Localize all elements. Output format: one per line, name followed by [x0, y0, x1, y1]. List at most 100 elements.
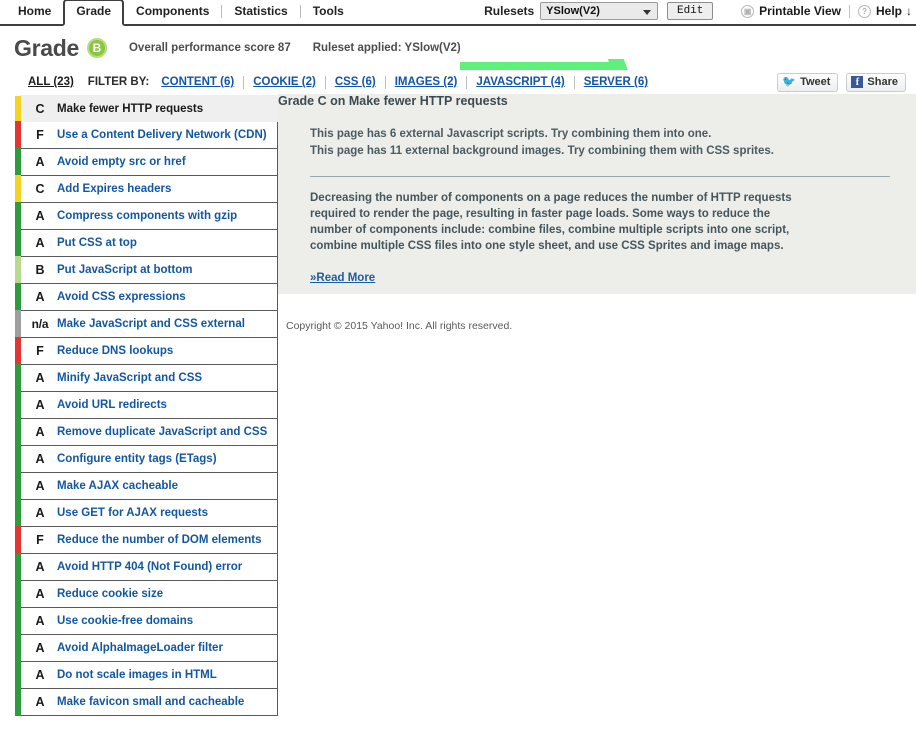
rule-name-link[interactable]: Do not scale images in HTML [57, 669, 217, 681]
rule-grade-letter: A [35, 425, 45, 439]
rule-grade-letter: A [35, 560, 45, 574]
ruleset-select[interactable]: YSlow(V2) [540, 2, 659, 20]
rule-row[interactable]: F Use a Content Delivery Network (CDN) [15, 121, 278, 149]
rule-grade-color-bar [15, 553, 21, 581]
rule-grade-color-bar [15, 418, 21, 446]
detail-findings: This page has 6 external Javascript scri… [310, 126, 916, 160]
rule-name-link[interactable]: Avoid URL redirects [57, 399, 167, 411]
tab-tools-label: Tools [312, 4, 344, 18]
edit-ruleset-button[interactable]: Edit [667, 2, 714, 20]
rule-name-link[interactable]: Reduce cookie size [57, 588, 163, 600]
rule-name-link[interactable]: Make JavaScript and CSS external [57, 318, 245, 330]
tab-statistics[interactable]: Statistics [222, 0, 299, 24]
share-button-label: Share [867, 76, 898, 88]
question-mark-icon: ? [857, 4, 871, 18]
rule-grade-letter: A [35, 209, 45, 223]
filter-cookie-link[interactable]: COOKIE (2) [253, 76, 316, 88]
rule-grade-letter: A [35, 641, 45, 655]
rule-row[interactable]: A Use GET for AJAX requests [15, 499, 278, 527]
rule-grade-color-bar [15, 526, 21, 554]
read-more-link[interactable]: »Read More [310, 272, 375, 284]
rule-row[interactable]: F Reduce the number of DOM elements [15, 526, 278, 554]
rule-grade-color-bar [15, 229, 21, 257]
tab-home[interactable]: Home [6, 0, 63, 24]
rule-name-link[interactable]: Reduce the number of DOM elements [57, 534, 261, 546]
rule-name-link[interactable]: Use GET for AJAX requests [57, 507, 208, 519]
rule-grade-letter: F [36, 128, 44, 142]
help-link[interactable]: Help [876, 4, 902, 18]
chevron-down-icon [643, 10, 652, 15]
rule-name-link[interactable]: Avoid CSS expressions [57, 291, 186, 303]
rule-row[interactable]: A Avoid CSS expressions [15, 283, 278, 311]
topbar-right-controls: Rulesets YSlow(V2) Edit ▣ Printable View… [484, 0, 916, 24]
rule-name-link[interactable]: Make fewer HTTP requests [57, 103, 203, 115]
rule-row[interactable]: F Reduce DNS lookups [15, 337, 278, 365]
rule-grade-letter: C [35, 182, 45, 196]
filter-javascript-link[interactable]: JAVASCRIPT (4) [476, 76, 564, 88]
filter-all-link[interactable]: ALL (23) [28, 76, 74, 88]
tab-components[interactable]: Components [124, 0, 221, 24]
rule-row[interactable]: A Avoid empty src or href [15, 148, 278, 176]
rule-name-link[interactable]: Reduce DNS lookups [57, 345, 173, 357]
filter-images-link[interactable]: IMAGES (2) [395, 76, 458, 88]
filter-divider-1 [243, 75, 245, 89]
rule-row[interactable]: A Make AJAX cacheable [15, 472, 278, 500]
share-button[interactable]: f Share [846, 72, 906, 92]
rule-grade-letter: F [36, 344, 44, 358]
rule-name-link[interactable]: Add Expires headers [57, 183, 171, 195]
rule-name-link[interactable]: Compress components with gzip [57, 210, 237, 222]
rule-name-link[interactable]: Use cookie-free domains [57, 615, 193, 627]
filter-server-link[interactable]: SERVER (6) [584, 76, 648, 88]
rule-grade-letter: A [35, 290, 45, 304]
rule-grade-color-bar [15, 310, 21, 338]
rule-name-link[interactable]: Minify JavaScript and CSS [57, 372, 202, 384]
rule-row[interactable]: A Use cookie-free domains [15, 607, 278, 635]
rule-name-link[interactable]: Avoid AlphaImageLoader filter [57, 642, 223, 654]
rule-name-link[interactable]: Configure entity tags (ETags) [57, 453, 217, 465]
rule-row[interactable]: n/a Make JavaScript and CSS external [15, 310, 278, 338]
printable-view-link[interactable]: Printable View [759, 4, 841, 18]
rule-grade-color-bar [15, 256, 21, 284]
rule-grade-color-bar [15, 634, 21, 662]
rule-row[interactable]: C Make fewer HTTP requests [15, 95, 278, 123]
edit-button-label: Edit [676, 5, 704, 17]
rule-row[interactable]: A Compress components with gzip [15, 202, 278, 230]
rule-name-link[interactable]: Avoid HTTP 404 (Not Found) error [57, 561, 242, 573]
rule-row[interactable]: A Configure entity tags (ETags) [15, 445, 278, 473]
rule-row[interactable]: A Remove duplicate JavaScript and CSS [15, 418, 278, 446]
down-arrow-icon[interactable]: ↓ [906, 4, 912, 18]
rule-name-link[interactable]: Use a Content Delivery Network (CDN) [57, 129, 267, 141]
rule-name-link[interactable]: Make AJAX cacheable [57, 480, 178, 492]
rule-name-link[interactable]: Avoid empty src or href [57, 156, 186, 168]
tab-tools[interactable]: Tools [301, 0, 356, 24]
rule-row[interactable]: A Minify JavaScript and CSS [15, 364, 278, 392]
rule-grade-letter: A [35, 452, 45, 466]
rule-name-link[interactable]: Put JavaScript at bottom [57, 264, 192, 276]
rule-grade-letter: A [35, 695, 45, 709]
rule-name-link[interactable]: Put CSS at top [57, 237, 137, 249]
rule-row[interactable]: A Reduce cookie size [15, 580, 278, 608]
rule-row[interactable]: A Avoid HTTP 404 (Not Found) error [15, 553, 278, 581]
rule-row[interactable]: A Do not scale images in HTML [15, 661, 278, 689]
rule-row[interactable]: A Make favicon small and cacheable [15, 688, 278, 716]
facebook-icon: f [851, 76, 864, 88]
rule-row[interactable]: A Put CSS at top [15, 229, 278, 257]
filter-css-link[interactable]: CSS (6) [335, 76, 376, 88]
rule-row[interactable]: B Put JavaScript at bottom [15, 256, 278, 284]
rule-grade-letter: A [35, 236, 45, 250]
rule-grade-letter: A [35, 155, 45, 169]
rule-grade-color-bar [15, 607, 21, 635]
copyright-text: Copyright © 2015 Yahoo! Inc. All rights … [278, 312, 916, 332]
grade-header: Grade B Overall performance score 87 Rul… [0, 26, 916, 81]
tweet-button[interactable]: 🐦 Tweet [777, 72, 839, 92]
filter-content-link[interactable]: CONTENT (6) [161, 76, 234, 88]
rule-name-link[interactable]: Remove duplicate JavaScript and CSS [57, 426, 267, 438]
rule-row[interactable]: A Avoid URL redirects [15, 391, 278, 419]
rule-row[interactable]: A Avoid AlphaImageLoader filter [15, 634, 278, 662]
rule-name-link[interactable]: Make favicon small and cacheable [57, 696, 244, 708]
tab-grade[interactable]: Grade [63, 0, 125, 26]
twitter-icon: 🐦 [782, 75, 797, 88]
rule-row[interactable]: C Add Expires headers [15, 175, 278, 203]
detail-description: Decreasing the number of components on a… [310, 192, 792, 252]
rulesets-label: Rulesets [484, 4, 535, 18]
